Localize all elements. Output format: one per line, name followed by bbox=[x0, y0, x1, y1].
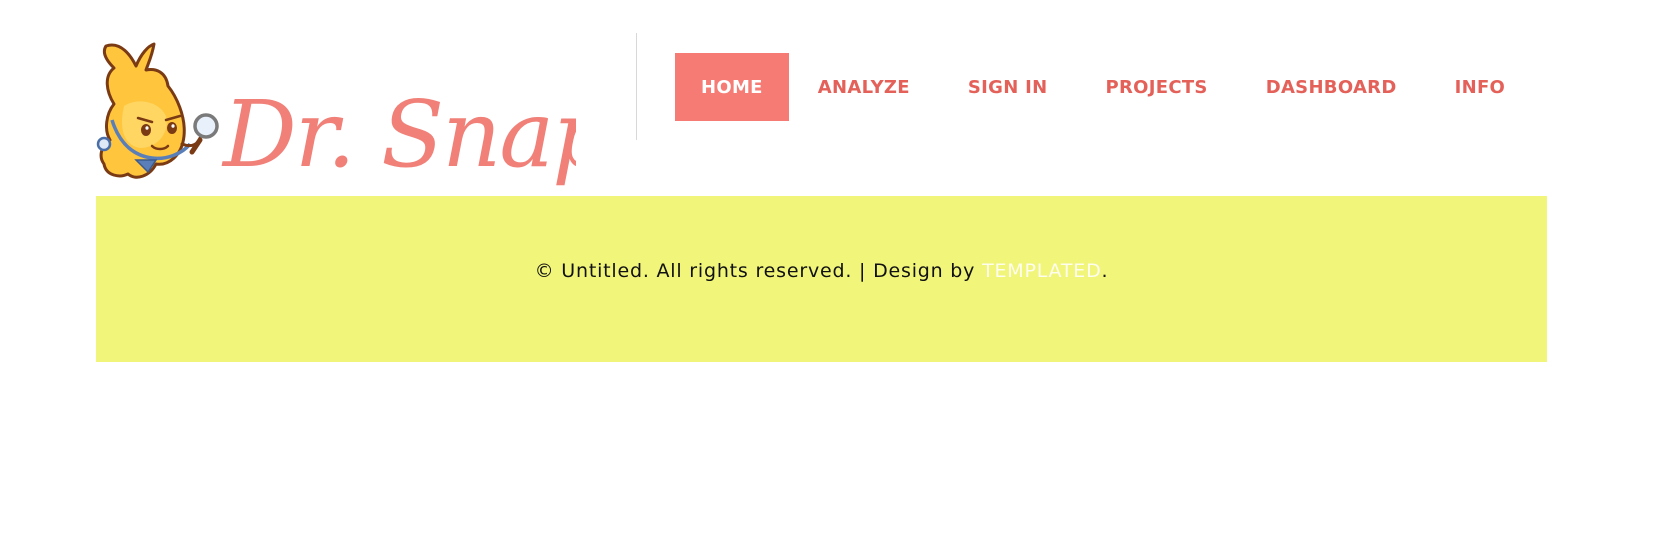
copyright-text: © Untitled. All rights reserved. | Desig… bbox=[96, 260, 1547, 282]
site-logo[interactable]: Dr. Snap! bbox=[96, 36, 576, 186]
dr-snap-logo-icon: Dr. Snap! bbox=[96, 42, 576, 186]
site-header: Dr. Snap! HOME ANALYZE SIGN IN PROJECTS … bbox=[0, 0, 1657, 195]
header-divider bbox=[636, 33, 637, 140]
site-footer: © Untitled. All rights reserved. | Desig… bbox=[96, 196, 1547, 362]
nav-home[interactable]: HOME bbox=[675, 53, 789, 121]
nav-sign-in[interactable]: SIGN IN bbox=[939, 53, 1077, 121]
templated-link[interactable]: TEMPLATED bbox=[982, 260, 1101, 282]
nav-analyze[interactable]: ANALYZE bbox=[789, 53, 939, 121]
nav-projects[interactable]: PROJECTS bbox=[1077, 53, 1237, 121]
nav-info[interactable]: INFO bbox=[1426, 53, 1535, 121]
logo-wordmark: Dr. Snap! bbox=[221, 81, 576, 186]
copyright-suffix: . bbox=[1101, 260, 1109, 282]
nav-dashboard[interactable]: DASHBOARD bbox=[1237, 53, 1426, 121]
copyright-prefix: © Untitled. All rights reserved. | Desig… bbox=[534, 260, 983, 282]
main-nav: HOME ANALYZE SIGN IN PROJECTS DASHBOARD … bbox=[675, 53, 1534, 121]
